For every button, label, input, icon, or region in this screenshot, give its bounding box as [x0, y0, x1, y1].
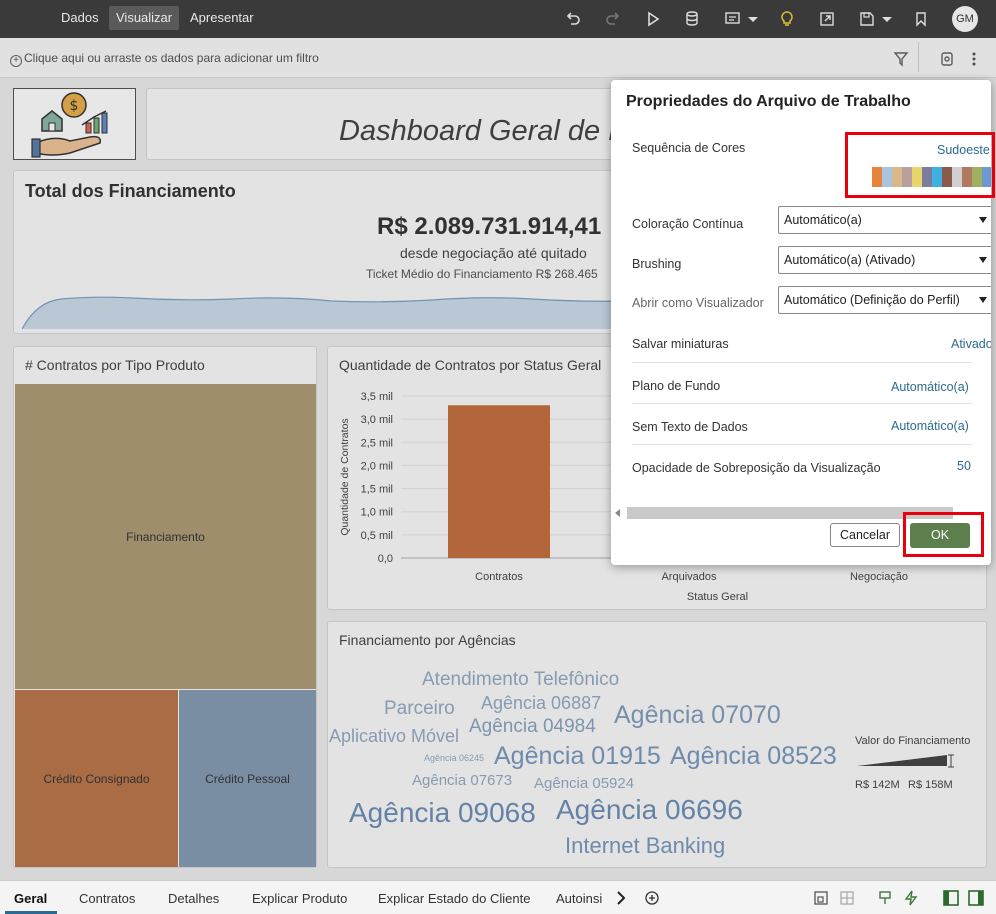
open-as-viewer-select[interactable]: Automático (Definição do Perfil)	[778, 286, 991, 314]
lightning-icon[interactable]	[900, 887, 922, 909]
chevron-down-icon[interactable]	[742, 8, 764, 30]
overlay-opacity-label: Opacidade de Sobreposição da Visualizaçã…	[632, 461, 881, 475]
save-thumbnails-label: Salvar miniaturas	[632, 337, 729, 351]
left-panel-toggle-icon[interactable]	[940, 887, 962, 909]
continuous-color-select[interactable]: Automático(a)	[778, 206, 991, 234]
chevron-down-icon	[979, 297, 987, 303]
database-icon[interactable]	[682, 8, 704, 30]
background-label: Plano de Fundo	[632, 379, 721, 393]
menu-apresentar[interactable]: Apresentar	[183, 6, 261, 30]
user-avatar[interactable]: GM	[952, 6, 978, 32]
scroll-left-icon[interactable]	[615, 509, 620, 517]
undo-icon[interactable]	[562, 8, 584, 30]
save-thumbnails-link[interactable]: Ativado	[951, 337, 991, 351]
canvas-tabs: Geral Contratos Detalhes Explicar Produt…	[0, 880, 996, 914]
redo-icon[interactable]	[602, 8, 624, 30]
tab-explicar-produto[interactable]: Explicar Produto	[252, 891, 347, 906]
open-as-viewer-label: Abrir como Visualizador	[632, 296, 764, 310]
tab-contratos[interactable]: Contratos	[79, 891, 135, 906]
chevron-down-icon	[979, 257, 987, 263]
export-icon[interactable]	[816, 8, 838, 30]
dialog-title: Propriedades do Arquivo de Trabalho	[626, 93, 911, 110]
no-data-text-label: Sem Texto de Dados	[632, 420, 748, 434]
pin-icon[interactable]	[874, 887, 896, 909]
top-toolbar: Dados Visualizar Apresentar GM	[0, 0, 996, 38]
grid-icon[interactable]	[836, 887, 858, 909]
menu-dados[interactable]: Dados	[54, 6, 106, 30]
chevron-right-icon[interactable]	[610, 887, 632, 909]
no-data-text-link[interactable]: Automático(a)	[891, 419, 969, 433]
background-link[interactable]: Automático(a)	[891, 380, 969, 394]
page-layout-icon[interactable]	[810, 887, 832, 909]
tab-explicar-estado-cliente[interactable]: Explicar Estado do Cliente	[378, 891, 530, 906]
tab-detalhes[interactable]: Detalhes	[168, 891, 219, 906]
menu-visualizar[interactable]: Visualizar	[109, 6, 180, 30]
color-sequence-label: Sequência de Cores	[632, 141, 746, 155]
cancel-button[interactable]: Cancelar	[830, 523, 900, 547]
bookmark-icon[interactable]	[910, 8, 932, 30]
highlight-color-sequence	[845, 132, 995, 198]
play-icon[interactable]	[642, 8, 664, 30]
comment-icon[interactable]	[722, 8, 744, 30]
separator	[632, 362, 972, 363]
save-icon[interactable]	[856, 8, 878, 30]
add-tab-icon[interactable]	[641, 887, 663, 909]
lightbulb-icon[interactable]	[776, 8, 798, 30]
separator	[632, 403, 972, 404]
tab-autoinsights[interactable]: Autoinsi	[556, 891, 604, 906]
chevron-down-icon[interactable]	[876, 8, 898, 30]
brushing-select[interactable]: Automático(a) (Ativado)	[778, 246, 991, 274]
separator	[632, 444, 972, 445]
highlight-ok-button	[903, 512, 984, 557]
brushing-label: Brushing	[632, 257, 682, 271]
chevron-down-icon	[979, 217, 987, 223]
right-panel-toggle-icon[interactable]	[965, 887, 987, 909]
tab-geral[interactable]: Geral	[14, 891, 47, 906]
overlay-opacity-link[interactable]: 50	[957, 459, 971, 473]
continuous-color-label: Coloração Contínua	[632, 217, 744, 231]
